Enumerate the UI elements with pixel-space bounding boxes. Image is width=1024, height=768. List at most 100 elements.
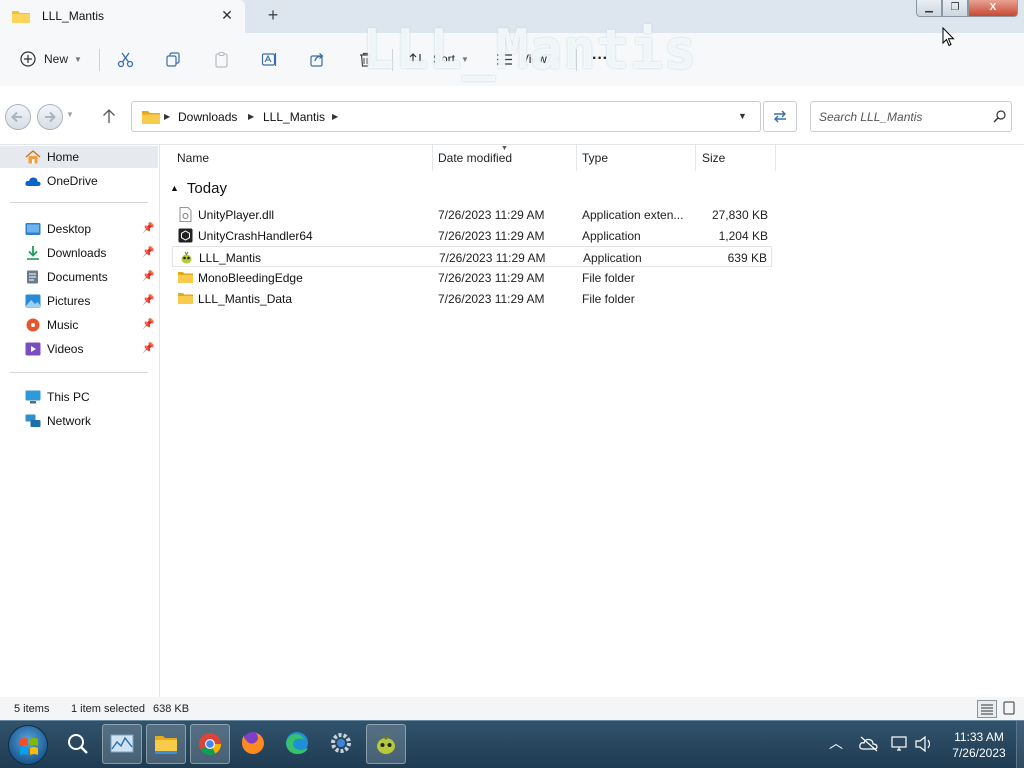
sidebar-item-label: Pictures <box>47 294 91 308</box>
sidebar-item-downloads[interactable]: Downloads 📌 <box>0 242 158 264</box>
paste-button[interactable] <box>213 45 230 73</box>
sidebar-item-videos[interactable]: Videos 📌 <box>0 338 158 360</box>
taskbar-task-manager[interactable] <box>102 724 142 764</box>
column-header-type[interactable]: Type <box>582 151 608 165</box>
search-icon[interactable] <box>993 110 1006 123</box>
new-button[interactable]: New ▼ <box>20 45 82 73</box>
mantis-app-icon <box>181 251 192 264</box>
rename-button[interactable] <box>261 45 278 73</box>
sidebar-item-documents[interactable]: Documents 📌 <box>0 266 158 288</box>
pin-icon[interactable]: 📌 <box>142 319 154 330</box>
taskbar-search-button[interactable] <box>58 724 98 764</box>
table-row-selected[interactable]: LLL_Mantis 7/26/2023 11:29 AM Applicatio… <box>172 246 772 267</box>
column-divider[interactable] <box>775 145 776 171</box>
breadcrumb-lll-mantis[interactable]: LLL_Mantis <box>263 110 325 124</box>
sort-button[interactable]: Sort ▼ <box>408 45 469 73</box>
pin-icon[interactable]: 📌 <box>142 271 154 282</box>
column-divider[interactable] <box>576 145 577 171</box>
close-button[interactable]: X <box>968 0 1018 17</box>
taskbar-settings[interactable] <box>322 724 362 764</box>
breadcrumb-chevron-icon[interactable]: ▶ <box>248 112 254 121</box>
show-hidden-icons-chevron-icon[interactable]: ︿ <box>829 733 843 753</box>
file-size: 1,204 KB <box>718 229 768 243</box>
group-header-today[interactable]: ▲ Today <box>170 180 227 197</box>
pin-icon[interactable]: 📌 <box>142 343 154 354</box>
details-view-button[interactable] <box>977 700 997 718</box>
share-button[interactable] <box>309 45 326 73</box>
search-box[interactable] <box>810 101 1012 132</box>
refresh-icon <box>774 110 786 123</box>
address-bar[interactable]: ▶ Downloads ▶ LLL_Mantis ▶ ▼ <box>131 101 761 132</box>
table-row[interactable]: LLL_Mantis_Data 7/26/2023 11:29 AM File … <box>172 288 772 309</box>
sidebar-item-pictures[interactable]: Pictures 📌 <box>0 290 158 312</box>
more-options-button[interactable]: ··· <box>592 45 608 73</box>
clock-date[interactable]: 7/26/2023 <box>945 746 1013 760</box>
view-label: View <box>521 52 547 66</box>
tiles-view-button[interactable] <box>1000 700 1020 718</box>
file-date: 7/26/2023 11:29 AM <box>438 292 545 306</box>
arrow-up-icon[interactable] <box>100 106 118 126</box>
pin-icon[interactable]: 📌 <box>142 247 154 258</box>
taskbar-chrome[interactable] <box>190 724 230 764</box>
search-input[interactable] <box>819 108 983 126</box>
clock-time[interactable]: 11:33 AM <box>945 730 1013 744</box>
dll-file-icon <box>179 207 192 222</box>
sidebar-item-music[interactable]: Music 📌 <box>0 314 158 336</box>
taskbar-lll-mantis[interactable] <box>366 724 406 764</box>
file-type: File folder <box>582 271 635 285</box>
forward-button[interactable] <box>37 104 63 130</box>
sidebar-item-onedrive[interactable]: OneDrive <box>0 170 158 192</box>
cut-button[interactable] <box>117 45 134 73</box>
minimize-button[interactable]: ▁ <box>916 0 942 17</box>
scissors-icon <box>117 52 134 67</box>
column-divider[interactable] <box>695 145 696 171</box>
column-divider[interactable] <box>432 145 433 171</box>
clipboard-icon <box>215 51 228 68</box>
document-icon <box>27 270 38 284</box>
breadcrumb-chevron-icon[interactable]: ▶ <box>332 112 338 121</box>
column-header-size[interactable]: Size <box>702 151 725 165</box>
network-status-icon[interactable] <box>890 735 910 753</box>
tab-lll-mantis[interactable]: LLL_Mantis ✕ <box>0 0 245 33</box>
collapse-triangle-icon: ▲ <box>170 183 179 193</box>
table-row[interactable]: UnityPlayer.dll 7/26/2023 11:29 AM Appli… <box>172 204 772 225</box>
sidebar-item-desktop[interactable]: Desktop 📌 <box>0 218 158 240</box>
sidebar-item-network[interactable]: Network <box>0 410 158 432</box>
pin-icon[interactable]: 📌 <box>142 223 154 234</box>
folder-icon <box>178 272 193 283</box>
chevron-down-icon: ▼ <box>74 54 82 64</box>
taskbar-edge[interactable] <box>278 724 318 764</box>
cloud-offline-icon[interactable] <box>859 735 879 753</box>
show-desktop-button[interactable] <box>1016 721 1024 768</box>
download-icon <box>27 246 39 260</box>
taskbar-firefox[interactable] <box>234 724 274 764</box>
refresh-button[interactable] <box>763 101 797 132</box>
address-history-chevron-icon[interactable]: ▼ <box>738 111 747 121</box>
plus-circle-icon <box>20 51 36 67</box>
title-bar: LLL_Mantis ✕ + ▁ ❐ X <box>0 0 1024 33</box>
taskbar-file-explorer[interactable] <box>146 724 186 764</box>
volume-icon[interactable] <box>914 735 934 753</box>
column-header-name[interactable]: Name <box>177 151 209 165</box>
breadcrumb-downloads[interactable]: Downloads <box>178 110 237 124</box>
table-row[interactable]: MonoBleedingEdge 7/26/2023 11:29 AM File… <box>172 267 772 288</box>
picture-icon <box>25 294 41 308</box>
column-header-date-modified[interactable]: Date modified <box>438 151 512 165</box>
tab-title: LLL_Mantis <box>42 9 105 23</box>
maximize-button[interactable]: ❐ <box>942 0 968 17</box>
back-button[interactable] <box>5 104 31 130</box>
file-date: 7/26/2023 11:29 AM <box>439 251 546 265</box>
view-button[interactable]: View ▼ <box>496 45 561 73</box>
sidebar-item-home[interactable]: Home <box>0 146 158 168</box>
copy-button[interactable] <box>165 45 182 73</box>
delete-button[interactable] <box>357 45 374 73</box>
table-row[interactable]: UnityCrashHandler64 7/26/2023 11:29 AM A… <box>172 225 772 246</box>
tab-close-button[interactable]: ✕ <box>219 7 235 23</box>
new-tab-button[interactable]: + <box>263 5 283 25</box>
recent-locations-chevron-icon[interactable]: ▼ <box>66 110 74 119</box>
start-button[interactable] <box>8 725 48 765</box>
breadcrumb-chevron-icon[interactable]: ▶ <box>164 112 170 121</box>
taskbar: ︿ 11:33 AM 7/26/2023 <box>0 720 1024 768</box>
pin-icon[interactable]: 📌 <box>142 295 154 306</box>
sidebar-item-this-pc[interactable]: This PC <box>0 386 158 408</box>
